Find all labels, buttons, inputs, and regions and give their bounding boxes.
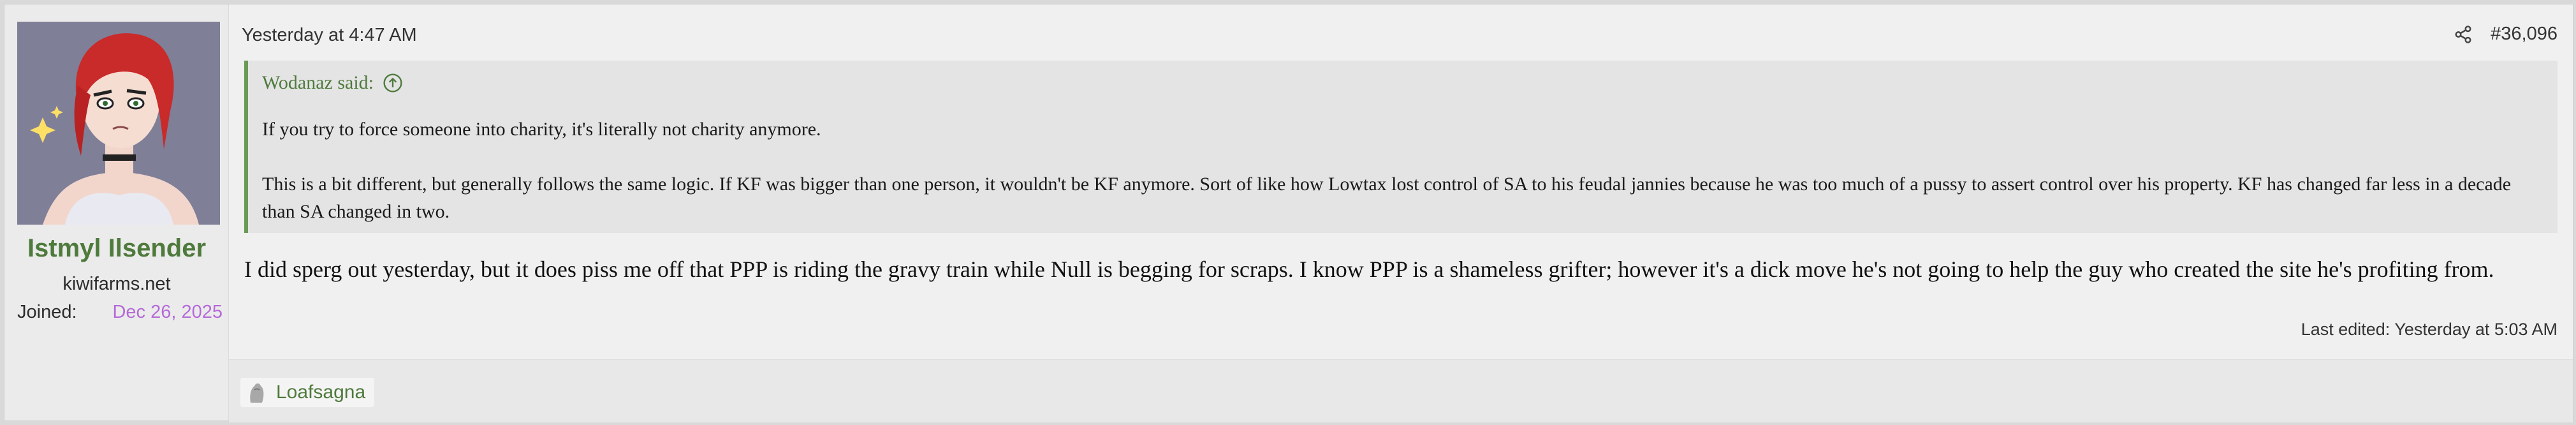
- reactions-bar: Loafsagna: [229, 359, 2573, 422]
- message-post: Istmyl Ilsender kiwifarms.net Joined: De…: [4, 4, 2573, 422]
- avatar[interactable]: [17, 22, 220, 225]
- quote-body: If you try to force someone into charity…: [262, 116, 2538, 225]
- user-sidebar: Istmyl Ilsender kiwifarms.net Joined: De…: [4, 4, 229, 421]
- post-main: Yesterday at 4:47 AM #36,096 Wodanaz sai…: [229, 4, 2573, 422]
- share-icon[interactable]: [2454, 25, 2473, 44]
- reaction-chip[interactable]: Loafsagna: [240, 378, 375, 407]
- avatar-image: [17, 22, 220, 225]
- post-actions: #36,096: [2454, 24, 2558, 45]
- quote-paragraph: If you try to force someone into charity…: [262, 119, 821, 140]
- jump-to-quote-icon[interactable]: [383, 73, 403, 93]
- joined-date: Dec 26, 2025: [112, 302, 223, 322]
- quote-block: Wodanaz said: If you try to force someon…: [244, 61, 2558, 233]
- reaction-user[interactable]: Loafsagna: [276, 382, 365, 403]
- reaction-icon: [250, 383, 264, 403]
- post-timestamp[interactable]: Yesterday at 4:47 AM: [242, 25, 417, 46]
- joined-label: Joined:: [17, 302, 77, 322]
- quote-header[interactable]: Wodanaz said:: [262, 72, 403, 94]
- quote-author[interactable]: Wodanaz said:: [262, 72, 374, 94]
- post-body: I did sperg out yesterday, but it does p…: [244, 257, 2494, 282]
- quote-paragraph: This is a bit different, but generally f…: [262, 174, 2512, 222]
- username[interactable]: Istmyl Ilsender: [4, 234, 229, 263]
- last-edited[interactable]: Last edited: Yesterday at 5:03 AM: [2301, 320, 2558, 339]
- post-number[interactable]: #36,096: [2491, 24, 2558, 45]
- user-title: kiwifarms.net: [62, 274, 171, 294]
